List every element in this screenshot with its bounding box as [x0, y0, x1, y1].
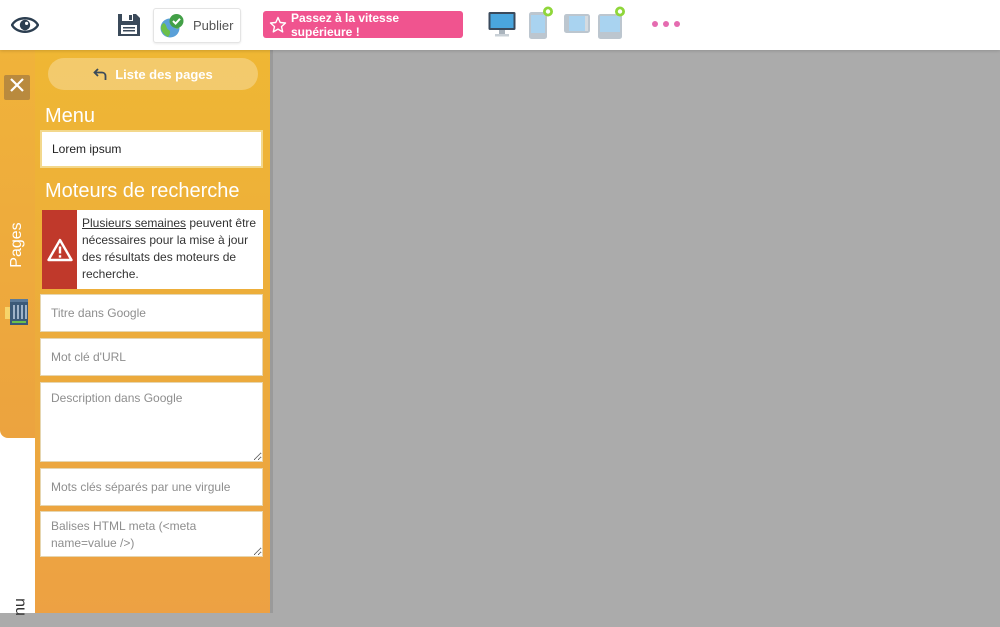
tab-pages-label: Pages — [8, 222, 25, 268]
tablet-view-button[interactable] — [560, 8, 594, 42]
seo-title-input[interactable] — [40, 294, 263, 332]
page-settings-panel: Liste des pages Menu Moteurs de recherch… — [35, 50, 270, 613]
meta-tags-textarea[interactable] — [40, 511, 263, 557]
tablet-icon — [561, 8, 593, 43]
seo-heading: Moteurs de recherche — [45, 180, 240, 202]
publish-label: Publier — [193, 18, 234, 33]
warning-link[interactable]: Plusieurs semaines — [82, 216, 186, 230]
more-dots-icon[interactable] — [648, 14, 684, 34]
preview-eye-icon[interactable] — [10, 11, 40, 39]
upgrade-label: Passez à la vitesse supérieure ! — [291, 10, 400, 39]
more-dot — [663, 21, 669, 27]
close-panel-button[interactable] — [4, 75, 30, 100]
back-to-pages-label: Liste des pages — [115, 66, 213, 82]
tab-menu-label[interactable]: nu — [11, 587, 29, 627]
url-slug-input[interactable] — [40, 338, 263, 376]
more-dot — [652, 21, 658, 27]
seo-keywords-input[interactable] — [40, 468, 263, 506]
save-floppy-disk-icon[interactable] — [114, 10, 144, 40]
top-toolbar: Publier Passez à la vitesse supérieure ! — [0, 0, 1000, 50]
desktop-icon — [487, 8, 517, 43]
star-icon — [269, 16, 287, 34]
left-tab-strip: Pages nu — [0, 50, 35, 616]
warning-icon — [42, 210, 77, 289]
more-dot — [674, 21, 680, 27]
menu-label-input[interactable] — [40, 130, 263, 168]
tab-pages[interactable]: Pages — [0, 50, 35, 438]
globe-check-icon — [159, 13, 185, 39]
seo-description-textarea[interactable] — [40, 382, 263, 462]
upgrade-button[interactable]: Passez à la vitesse supérieure ! — [263, 10, 463, 39]
close-icon — [9, 77, 25, 98]
publish-button[interactable]: Publier — [153, 8, 241, 43]
pages-tab-icon — [5, 298, 29, 326]
back-arrow-icon — [93, 68, 107, 80]
desktop-view-button[interactable] — [485, 8, 519, 42]
menu-heading: Menu — [45, 105, 96, 127]
phone-view-button[interactable] — [522, 6, 556, 45]
seo-warning-box: Plusieurs semaines peuvent être nécessai… — [42, 210, 263, 289]
phone-icon — [522, 6, 556, 45]
editor-canvas — [273, 50, 1000, 613]
back-to-pages-button[interactable]: Liste des pages — [48, 58, 258, 90]
tablet-landscape-view-button[interactable] — [594, 6, 628, 45]
tablet-landscape-icon — [594, 6, 628, 45]
seo-warning-text: Plusieurs semaines peuvent être nécessai… — [77, 210, 263, 289]
